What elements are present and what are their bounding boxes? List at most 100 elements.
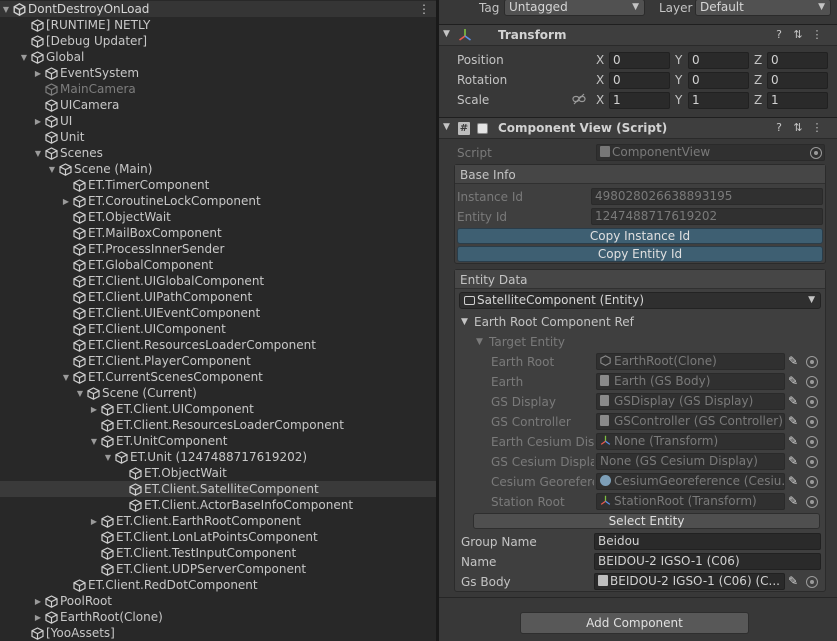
hierarchy-item[interactable]: ▼ Scenes: [0, 145, 436, 161]
axis-label-z[interactable]: Z: [754, 72, 762, 88]
hierarchy-item[interactable]: ▼ Scene (Current): [0, 385, 436, 401]
hierarchy-item[interactable]: ▶ ET.Client.EarthRootComponent: [0, 513, 436, 529]
hierarchy-item[interactable]: ▼ Global: [0, 49, 436, 65]
fold-open-icon[interactable]: ▼: [461, 317, 468, 327]
fold-closed-icon[interactable]: ▶: [32, 65, 44, 81]
name-input[interactable]: BEIDOU-2 IGSO-1 (C06): [594, 553, 821, 570]
edit-pencil-icon[interactable]: ✎: [786, 414, 800, 428]
fold-open-icon[interactable]: ▼: [18, 49, 30, 65]
scale-y-input[interactable]: 1: [688, 92, 749, 109]
hierarchy-item[interactable]: ET.Client.RedDotComponent: [0, 577, 436, 593]
help-icon[interactable]: ?: [772, 28, 786, 42]
hierarchy-item[interactable]: ▶ ET.CoroutineLockComponent: [0, 193, 436, 209]
object-picker-icon[interactable]: [806, 456, 818, 468]
gs-body-field[interactable]: BEIDOU-2 IGSO-1 (C06) (C...: [594, 573, 785, 590]
axis-label-x[interactable]: X: [596, 72, 604, 88]
constrain-proportions-icon[interactable]: [572, 93, 586, 108]
hierarchy-item[interactable]: ET.ObjectWait: [0, 209, 436, 225]
hierarchy-item[interactable]: ET.Client.ActorBaseInfoComponent: [0, 497, 436, 513]
rotation-z-input[interactable]: 0: [767, 72, 828, 89]
fold-open-icon[interactable]: ▼: [46, 161, 58, 177]
scene-root-row[interactable]: ▼ DontDestroyOnLoad ⋮: [0, 1, 436, 17]
hierarchy-item[interactable]: ET.Client.UIGlobalComponent: [0, 273, 436, 289]
copy-instance-id-button[interactable]: Copy Instance Id: [457, 228, 823, 244]
rotation-y-input[interactable]: 0: [688, 72, 749, 89]
edit-pencil-icon[interactable]: ✎: [786, 394, 800, 408]
object-picker-icon[interactable]: [810, 147, 822, 159]
copy-entity-id-button[interactable]: Copy Entity Id: [457, 246, 823, 262]
object-picker-icon[interactable]: [806, 576, 818, 588]
edit-pencil-icon[interactable]: ✎: [786, 354, 800, 368]
hierarchy-item[interactable]: ET.Client.UIComponent: [0, 321, 436, 337]
hierarchy-item[interactable]: ▼ Scene (Main): [0, 161, 436, 177]
object-picker-icon[interactable]: [806, 496, 818, 508]
axis-label-z[interactable]: Z: [754, 52, 762, 68]
edit-pencil-icon[interactable]: ✎: [786, 434, 800, 448]
fold-open-icon[interactable]: ▼: [32, 145, 44, 161]
hierarchy-item[interactable]: ET.GlobalComponent: [0, 257, 436, 273]
hierarchy-item[interactable]: ▶ ET.Client.UIComponent: [0, 401, 436, 417]
fold-open-icon[interactable]: ▼: [60, 369, 72, 385]
axis-label-x[interactable]: X: [596, 52, 604, 68]
preset-icon[interactable]: ⇅: [791, 28, 805, 42]
hierarchy-item[interactable]: ET.Client.ResourcesLoaderComponent: [0, 417, 436, 433]
edit-pencil-icon[interactable]: ✎: [786, 454, 800, 468]
fold-open-icon[interactable]: ▼: [443, 122, 450, 132]
fold-closed-icon[interactable]: ▶: [32, 113, 44, 129]
edit-pencil-icon[interactable]: ✎: [786, 494, 800, 508]
rotation-x-input[interactable]: 0: [609, 72, 670, 89]
hierarchy-item[interactable]: ET.Client.UIPathComponent: [0, 289, 436, 305]
preset-icon[interactable]: ⇅: [791, 121, 805, 135]
hierarchy-item[interactable]: ET.Client.SatelliteComponent: [0, 481, 436, 497]
hierarchy-item[interactable]: ET.Client.UIEventComponent: [0, 305, 436, 321]
fold-open-icon[interactable]: ▼: [88, 433, 100, 449]
hierarchy-item[interactable]: ET.Client.TestInputComponent: [0, 545, 436, 561]
fold-closed-icon[interactable]: ▶: [60, 193, 72, 209]
axis-label-y[interactable]: Y: [675, 72, 682, 88]
axis-label-y[interactable]: Y: [675, 92, 682, 108]
group-name-input[interactable]: Beidou: [594, 533, 821, 550]
fold-closed-icon[interactable]: ▶: [32, 609, 44, 625]
fold-open-icon[interactable]: ▼: [443, 29, 450, 39]
scale-x-input[interactable]: 1: [609, 92, 670, 109]
hierarchy-item[interactable]: ▶ UI: [0, 113, 436, 129]
edit-pencil-icon[interactable]: ✎: [786, 474, 800, 488]
hierarchy-item[interactable]: ET.Client.UDPServerComponent: [0, 561, 436, 577]
fold-closed-icon[interactable]: ▶: [32, 593, 44, 609]
hierarchy-item[interactable]: ▼ ET.Unit (1247488717619202): [0, 449, 436, 465]
axis-label-z[interactable]: Z: [754, 92, 762, 108]
hierarchy-item[interactable]: ET.ObjectWait: [0, 465, 436, 481]
hierarchy-item[interactable]: ET.Client.PlayerComponent: [0, 353, 436, 369]
kebab-menu-icon[interactable]: ⋮: [810, 28, 824, 42]
entity-type-dropdown[interactable]: SatelliteComponent (Entity) ▼: [459, 292, 821, 309]
hierarchy-item[interactable]: [RUNTIME] NETLY: [0, 17, 436, 33]
add-component-button[interactable]: Add Component: [520, 612, 749, 634]
axis-label-x[interactable]: X: [596, 92, 604, 108]
hierarchy-item[interactable]: [Debug Updater]: [0, 33, 436, 49]
fold-open-icon[interactable]: ▼: [0, 1, 12, 17]
object-picker-icon[interactable]: [806, 356, 818, 368]
layer-dropdown[interactable]: Default ▼: [695, 0, 831, 16]
fold-closed-icon[interactable]: ▶: [88, 513, 100, 529]
component-view-header[interactable]: ▼ # Component View (Script) ? ⇅ ⋮: [439, 117, 837, 139]
select-entity-button[interactable]: Select Entity: [473, 513, 820, 529]
hierarchy-item[interactable]: ET.TimerComponent: [0, 177, 436, 193]
hierarchy-item[interactable]: ET.MailBoxComponent: [0, 225, 436, 241]
fold-closed-icon[interactable]: ▶: [88, 401, 100, 417]
hierarchy-item[interactable]: ▶ PoolRoot: [0, 593, 436, 609]
edit-pencil-icon[interactable]: ✎: [786, 574, 800, 588]
object-picker-icon[interactable]: [806, 436, 818, 448]
hierarchy-item[interactable]: ▼ ET.CurrentScenesComponent: [0, 369, 436, 385]
hierarchy-item[interactable]: ET.ProcessInnerSender: [0, 241, 436, 257]
fold-open-icon[interactable]: ▼: [476, 337, 483, 347]
hierarchy-item[interactable]: ▶ EventSystem: [0, 65, 436, 81]
edit-pencil-icon[interactable]: ✎: [786, 374, 800, 388]
hierarchy-item[interactable]: ▼ ET.UnitComponent: [0, 433, 436, 449]
object-picker-icon[interactable]: [806, 416, 818, 428]
enabled-checkbox[interactable]: [477, 123, 488, 134]
object-picker-icon[interactable]: [806, 396, 818, 408]
transform-header[interactable]: ▼ Transform ? ⇅ ⋮: [439, 24, 837, 46]
object-picker-icon[interactable]: [806, 476, 818, 488]
position-y-input[interactable]: 0: [688, 52, 749, 69]
axis-label-y[interactable]: Y: [675, 52, 682, 68]
